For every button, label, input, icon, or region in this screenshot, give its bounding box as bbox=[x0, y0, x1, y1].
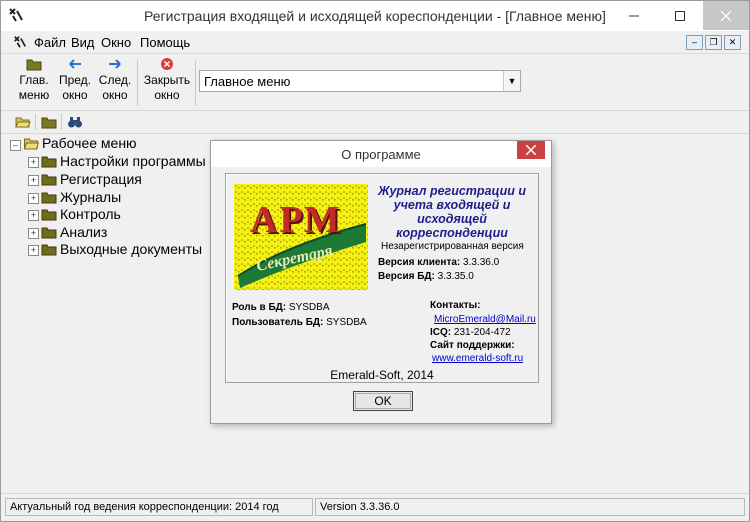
title-bar: Регистрация входящей и исходящей кореспо… bbox=[1, 1, 749, 31]
close-icon bbox=[525, 144, 537, 156]
menu-window[interactable]: Окно bbox=[101, 35, 131, 50]
app-name-line: исходящей bbox=[417, 212, 487, 226]
main-menu-button[interactable]: Глав. меню bbox=[15, 57, 53, 103]
icq-row: ICQ: 231-204-472 bbox=[430, 327, 511, 338]
open-folder-icon[interactable] bbox=[15, 114, 31, 130]
mdi-close-button[interactable]: ✕ bbox=[724, 35, 741, 50]
tree-expand-toggle[interactable]: + bbox=[28, 157, 39, 168]
menu-help[interactable]: Помощь bbox=[140, 35, 190, 50]
folder-icon bbox=[26, 59, 42, 71]
icq-value: 231-204-472 bbox=[453, 327, 511, 338]
db-version-label: Версия БД: bbox=[378, 271, 435, 282]
folder-icon bbox=[41, 192, 57, 204]
folder-icon bbox=[41, 174, 57, 186]
tree-expand-toggle[interactable]: + bbox=[28, 210, 39, 221]
toolbar-separator bbox=[137, 60, 138, 106]
folder-icon bbox=[41, 244, 57, 256]
app-logo: АРМ Секретаря bbox=[234, 184, 368, 290]
role-label: Роль в БД: bbox=[232, 302, 287, 313]
tree-expand-toggle[interactable]: + bbox=[28, 175, 39, 186]
mdi-minimize-button[interactable]: – bbox=[686, 35, 703, 50]
toolbar-separator bbox=[35, 114, 36, 130]
next-window-button[interactable]: След. окно bbox=[97, 57, 133, 103]
window-select[interactable]: Главное меню ▼ bbox=[199, 70, 521, 92]
main-menu-label: Глав. меню bbox=[18, 73, 50, 102]
role-value: SYSDBA bbox=[288, 302, 330, 313]
menu-view[interactable]: Вид bbox=[71, 35, 95, 50]
tree-collapse-toggle[interactable]: – bbox=[10, 140, 21, 151]
user-label: Пользователь БД: bbox=[232, 317, 324, 328]
window-select-value: Главное меню bbox=[204, 74, 291, 89]
prev-window-label: Пред. окно bbox=[58, 73, 92, 102]
tree-item-control[interactable]: Контроль bbox=[60, 206, 121, 222]
db-version-value: 3.3.35.0 bbox=[437, 271, 474, 282]
db-version-row: Версия БД: 3.3.35.0 bbox=[378, 271, 474, 282]
mdi-controls: – ❐ ✕ bbox=[686, 35, 741, 50]
close-icon bbox=[721, 10, 731, 21]
support-site-link[interactable]: www.emerald-soft.ru bbox=[432, 353, 523, 364]
folder-icon[interactable] bbox=[41, 114, 57, 130]
tree-item-settings[interactable]: Настройки программы bbox=[60, 153, 206, 169]
contacts-label: Контакты: bbox=[430, 300, 481, 311]
tree-item-journals[interactable]: Журналы bbox=[60, 189, 121, 205]
app-menu-icon[interactable] bbox=[13, 35, 27, 49]
menu-file[interactable]: Файл bbox=[34, 35, 66, 50]
binoculars-icon[interactable] bbox=[67, 114, 83, 130]
client-version-row: Версия клиента: 3.3.36.0 bbox=[378, 257, 499, 268]
status-version: Version 3.3.36.0 bbox=[315, 498, 745, 516]
next-window-label: След. окно bbox=[98, 73, 132, 102]
support-site-label: Сайт поддержки: bbox=[430, 340, 515, 351]
logo-text-arm: АРМ bbox=[250, 199, 342, 241]
toolbar-separator bbox=[195, 60, 196, 106]
client-version-value: 3.3.36.0 bbox=[463, 257, 500, 268]
about-dialog-title: О программе bbox=[341, 147, 421, 162]
about-close-button[interactable] bbox=[517, 141, 545, 159]
tree-item-analysis[interactable]: Анализ bbox=[60, 224, 107, 240]
company-copyright: Emerald-Soft, 2014 bbox=[330, 368, 434, 382]
user-row: Пользователь БД: SYSDBA bbox=[232, 317, 367, 328]
status-bar: Актуальный год ведения корреспонденции: … bbox=[1, 493, 749, 520]
mdi-restore-button[interactable]: ❐ bbox=[705, 35, 722, 50]
icq-label: ICQ: bbox=[430, 327, 452, 338]
app-full-name: Журнал регистрации и учета входящей и ис… bbox=[368, 184, 536, 240]
folder-icon bbox=[41, 156, 57, 168]
about-info-panel: АРМ Секретаря Журнал регистрации и учета… bbox=[225, 173, 539, 383]
maximize-button[interactable] bbox=[657, 1, 703, 30]
minimize-icon bbox=[629, 15, 639, 16]
about-dialog: О программе АРМ Секретаря Журнал регистр… bbox=[210, 140, 552, 424]
unregistered-label: Незарегистрированная версия bbox=[381, 241, 524, 252]
tree-item-registration[interactable]: Регистрация bbox=[60, 171, 142, 187]
arrow-right-icon bbox=[109, 59, 121, 69]
app-name-line: Журнал регистрации и bbox=[378, 184, 526, 198]
close-window-button[interactable]: Закрыть окно bbox=[141, 57, 193, 103]
close-window-label: Закрыть окно bbox=[143, 73, 191, 102]
ok-button[interactable]: OK bbox=[353, 391, 413, 411]
tree-expand-toggle[interactable]: + bbox=[28, 193, 39, 204]
app-name-line: корреспонденции bbox=[396, 226, 508, 240]
prev-window-button[interactable]: Пред. окно bbox=[57, 57, 93, 103]
close-button[interactable] bbox=[703, 1, 749, 30]
chevron-down-icon[interactable]: ▼ bbox=[503, 71, 520, 91]
tree-item-output-documents[interactable]: Выходные документы bbox=[60, 241, 202, 257]
toolbar-separator bbox=[61, 114, 62, 130]
arrow-left-icon bbox=[69, 59, 81, 69]
tree-root[interactable]: Рабочее меню bbox=[42, 135, 137, 151]
stop-icon bbox=[161, 58, 173, 70]
minimize-button[interactable] bbox=[611, 1, 657, 30]
about-dialog-title-bar: О программе bbox=[211, 141, 551, 167]
app-name-line: учета входящей и bbox=[393, 198, 511, 212]
role-row: Роль в БД: SYSDBA bbox=[232, 302, 330, 313]
email-link[interactable]: MicroEmerald@Mail.ru bbox=[434, 314, 536, 325]
folder-icon bbox=[41, 227, 57, 239]
client-version-label: Версия клиента: bbox=[378, 257, 461, 268]
tree-expand-toggle[interactable]: + bbox=[28, 228, 39, 239]
folder-icon bbox=[41, 209, 57, 221]
user-value: SYSDBA bbox=[326, 317, 367, 328]
maximize-icon bbox=[675, 10, 685, 21]
status-year: Актуальный год ведения корреспонденции: … bbox=[5, 498, 313, 516]
secondary-toolbar bbox=[1, 111, 749, 134]
open-folder-icon bbox=[23, 138, 40, 150]
tree-expand-toggle[interactable]: + bbox=[28, 245, 39, 256]
menu-bar: Файл Вид Окно Помощь – ❐ ✕ bbox=[1, 31, 749, 54]
